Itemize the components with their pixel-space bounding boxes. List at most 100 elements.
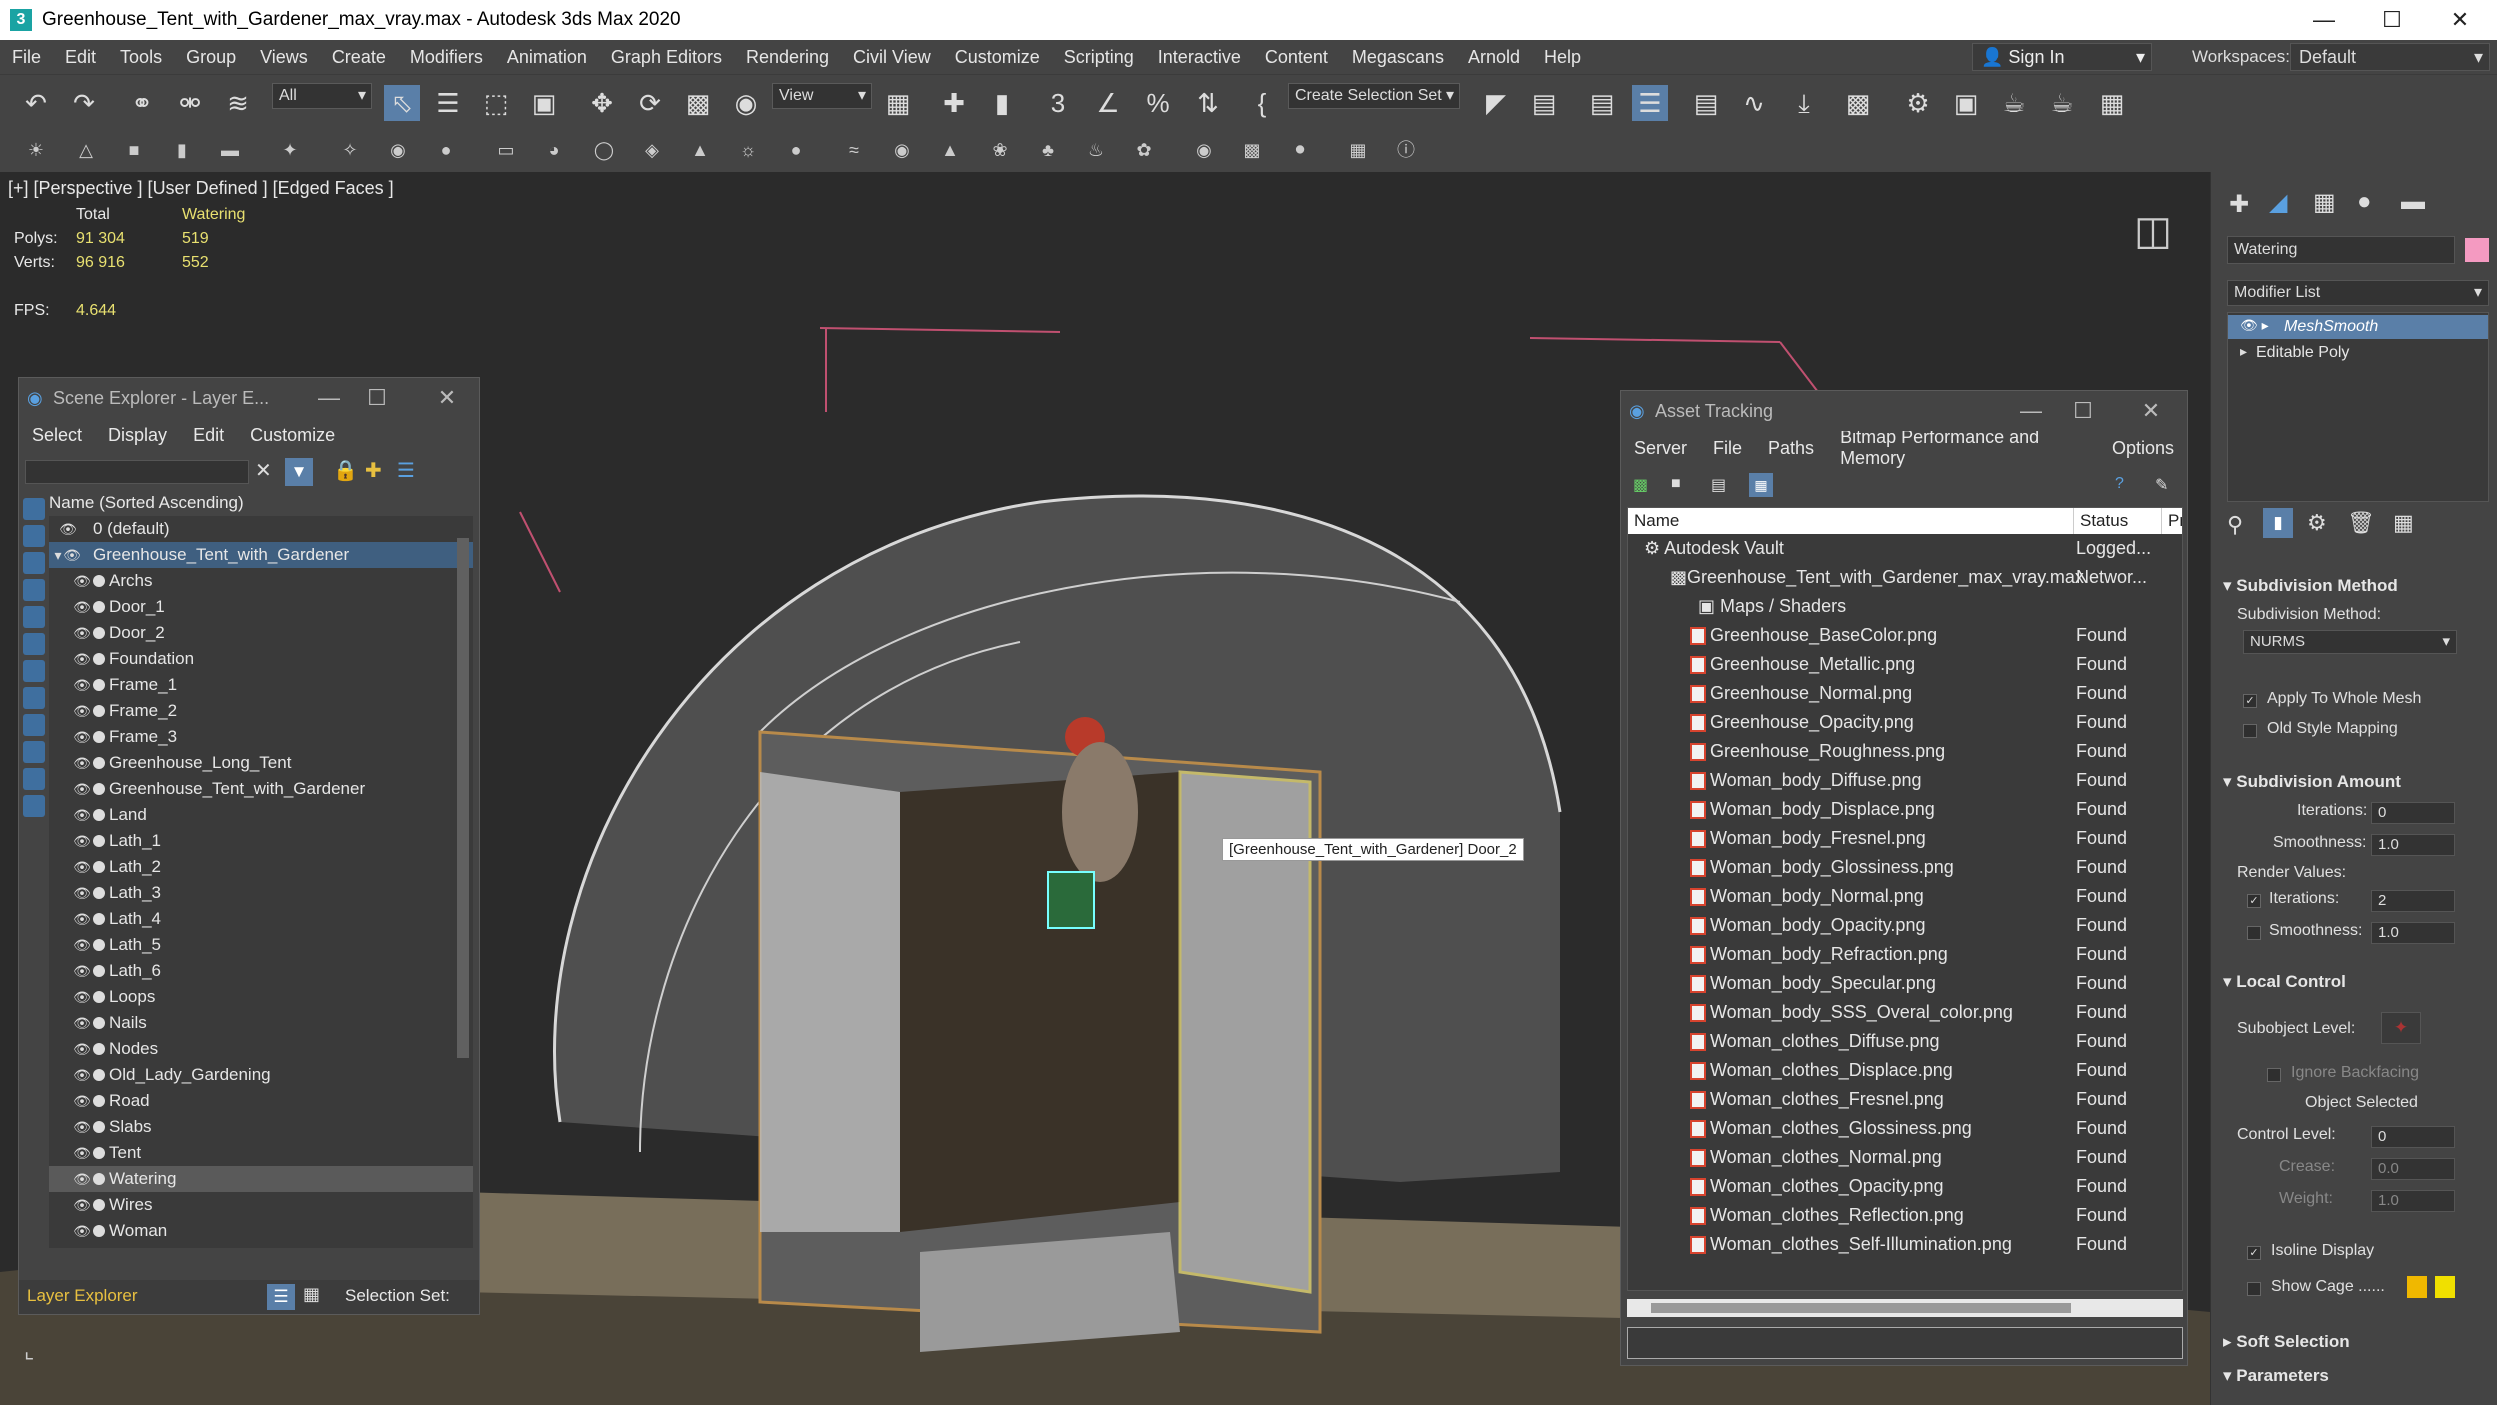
- visibility-icon[interactable]: 👁: [73, 646, 91, 672]
- visibility-icon[interactable]: 👁: [73, 776, 91, 802]
- menu-customize[interactable]: Customize: [943, 47, 1052, 68]
- asset-file-row[interactable]: Woman_clothes_Diffuse.png Found: [1628, 1027, 2182, 1056]
- visibility-icon[interactable]: 👁: [73, 620, 91, 646]
- refresh-icon[interactable]: ▩: [1633, 475, 1648, 495]
- name-column-header[interactable]: Name (Sorted Ascending): [49, 490, 244, 516]
- at-menu-server[interactable]: Server: [1621, 438, 1700, 459]
- asset-file-row[interactable]: Woman_body_Glossiness.png Found: [1628, 853, 2182, 882]
- expand-icon[interactable]: ▸: [2240, 343, 2247, 360]
- rectangular-selection-icon[interactable]: ⬚: [478, 85, 514, 121]
- sun-light-icon[interactable]: ☼: [734, 136, 762, 164]
- hidden-filter-icon[interactable]: [23, 795, 45, 817]
- modifier-list-dropdown[interactable]: Modifier List ▾: [2227, 280, 2489, 306]
- asset-horizontal-scrollbar[interactable]: [1627, 1299, 2183, 1317]
- menu-modifiers[interactable]: Modifiers: [398, 47, 495, 68]
- menu-rendering[interactable]: Rendering: [734, 47, 841, 68]
- frozen-filter-icon[interactable]: [23, 768, 45, 790]
- iterations-spinner[interactable]: 0: [2371, 802, 2455, 824]
- motion-tab-icon[interactable]: ●: [2357, 188, 2372, 216]
- control-level-spinner[interactable]: 0: [2371, 1126, 2455, 1148]
- render-setup-icon[interactable]: ⚙: [1900, 85, 1936, 121]
- old-style-mapping-checkbox[interactable]: [2243, 724, 2257, 738]
- bone-filter-icon[interactable]: [23, 714, 45, 736]
- selection-filter-dropdown[interactable]: All ▾: [272, 83, 372, 109]
- menu-arnold[interactable]: Arnold: [1456, 47, 1532, 68]
- toggle-layer-explorer-icon[interactable]: ☰: [1632, 85, 1668, 121]
- unlink-icon[interactable]: ⚮: [172, 85, 208, 121]
- maximize-button[interactable]: ☐: [2358, 0, 2426, 40]
- shape-filter-icon[interactable]: [23, 525, 45, 547]
- layer-row[interactable]: ▾ 👁 Greenhouse_Tent_with_Gardener: [49, 542, 473, 568]
- render-iterations-spinner[interactable]: 2: [2371, 890, 2455, 912]
- subobject-vertex-icon[interactable]: ✦: [2381, 1012, 2421, 1044]
- vfb-icon[interactable]: ◉: [1190, 136, 1218, 164]
- visibility-icon[interactable]: 👁: [63, 542, 81, 568]
- minimize-button[interactable]: —: [2290, 0, 2358, 40]
- visibility-icon[interactable]: 👁: [73, 802, 91, 828]
- column-status-header[interactable]: Status: [2074, 508, 2162, 534]
- scene-object-row[interactable]: 👁 Frame_2: [49, 698, 473, 724]
- render-production-icon[interactable]: ☕: [1996, 85, 2032, 121]
- sphere-light-icon[interactable]: ◯: [590, 136, 618, 164]
- camera-filter-icon[interactable]: [23, 579, 45, 601]
- scene-explorer-titlebar[interactable]: ◉ Scene Explorer - Layer E... — ☐ ✕: [19, 378, 479, 418]
- show-cage-checkbox[interactable]: [2247, 1282, 2261, 1296]
- scene-object-row[interactable]: 👁 Archs: [49, 568, 473, 594]
- asset-file-row[interactable]: Woman_body_Normal.png Found: [1628, 882, 2182, 911]
- menu-scripting[interactable]: Scripting: [1052, 47, 1146, 68]
- menu-file[interactable]: File: [0, 47, 53, 68]
- scene-object-row[interactable]: 👁 Lath_2: [49, 854, 473, 880]
- sign-in-dropdown[interactable]: 👤 Sign In ▾: [1972, 43, 2152, 71]
- menu-graph-editors[interactable]: Graph Editors: [599, 47, 734, 68]
- object-name-field[interactable]: Watering: [2227, 236, 2455, 264]
- rendered-frame-window-icon[interactable]: ▣: [1948, 85, 1984, 121]
- se-menu-edit[interactable]: Edit: [180, 425, 237, 446]
- layers-icon[interactable]: ☰: [397, 458, 415, 483]
- scene-object-row[interactable]: 👁 Nails: [49, 1010, 473, 1036]
- visibility-icon[interactable]: 👁: [73, 1062, 91, 1088]
- se-search-input[interactable]: [25, 460, 249, 484]
- tree-view-icon[interactable]: ▦: [1749, 473, 1773, 497]
- asset-file-row[interactable]: Woman_clothes_Opacity.png Found: [1628, 1172, 2182, 1201]
- rotate-icon[interactable]: ⟳: [632, 85, 668, 121]
- se-menu-select[interactable]: Select: [19, 425, 95, 446]
- plane-icon[interactable]: ▬: [216, 136, 244, 164]
- rollout-parameters[interactable]: ▾ Parameters: [2223, 1366, 2493, 1386]
- help-icon[interactable]: ?: [2115, 475, 2124, 493]
- visibility-icon[interactable]: 👁: [73, 1140, 91, 1166]
- mirror-icon[interactable]: ◤: [1478, 85, 1514, 121]
- viewport-label[interactable]: [+] [Perspective ] [User Defined ] [Edge…: [8, 178, 394, 199]
- close-button[interactable]: ✕: [427, 378, 467, 418]
- visibility-icon[interactable]: 👁: [73, 750, 91, 776]
- scene-object-row[interactable]: 👁 Foundation: [49, 646, 473, 672]
- clear-icon[interactable]: ✕: [255, 458, 272, 483]
- move-icon[interactable]: ✥: [584, 85, 620, 121]
- scene-object-row[interactable]: 👁 Land: [49, 802, 473, 828]
- asset-file-row[interactable]: Woman_body_Specular.png Found: [1628, 969, 2182, 998]
- column-name-header[interactable]: Name: [1628, 508, 2074, 534]
- undo-icon[interactable]: ↶: [18, 85, 54, 121]
- layers-toggle-icon[interactable]: ☰: [267, 1284, 295, 1310]
- hierarchy-icon[interactable]: ▦: [303, 1284, 320, 1305]
- apply-whole-mesh-checkbox[interactable]: ✓: [2243, 694, 2257, 708]
- visibility-icon[interactable]: 👁: [73, 724, 91, 750]
- edit-named-selection-icon[interactable]: {: [1244, 85, 1280, 121]
- proxy-icon[interactable]: ◉: [888, 136, 916, 164]
- asset-file-row[interactable]: Woman_clothes_Glossiness.png Found: [1628, 1114, 2182, 1143]
- object-color-swatch[interactable]: [2465, 238, 2489, 262]
- align-icon[interactable]: ▤: [1526, 85, 1562, 121]
- minimize-button[interactable]: —: [309, 378, 349, 418]
- rollout-local-control[interactable]: ▾ Local Control: [2223, 972, 2493, 992]
- render-smoothness-checkbox[interactable]: [2247, 926, 2261, 940]
- scene-object-row[interactable]: 👁 Watering: [49, 1166, 473, 1192]
- visibility-icon[interactable]: 👁: [73, 828, 91, 854]
- pivot-center-icon[interactable]: ▦: [880, 85, 916, 121]
- asset-file-row[interactable]: Woman_body_Displace.png Found: [1628, 795, 2182, 824]
- scene-object-row[interactable]: 👁 Loops: [49, 984, 473, 1010]
- asset-file-row[interactable]: Woman_body_Fresnel.png Found: [1628, 824, 2182, 853]
- modify-tab-icon[interactable]: ◢: [2269, 188, 2287, 217]
- visibility-icon[interactable]: 👁: [73, 880, 91, 906]
- dome-icon[interactable]: △: [72, 136, 100, 164]
- table-view-icon[interactable]: ▤: [1711, 475, 1726, 495]
- asset-tracking-titlebar[interactable]: ◉ Asset Tracking — ☐ ✕: [1621, 391, 2187, 431]
